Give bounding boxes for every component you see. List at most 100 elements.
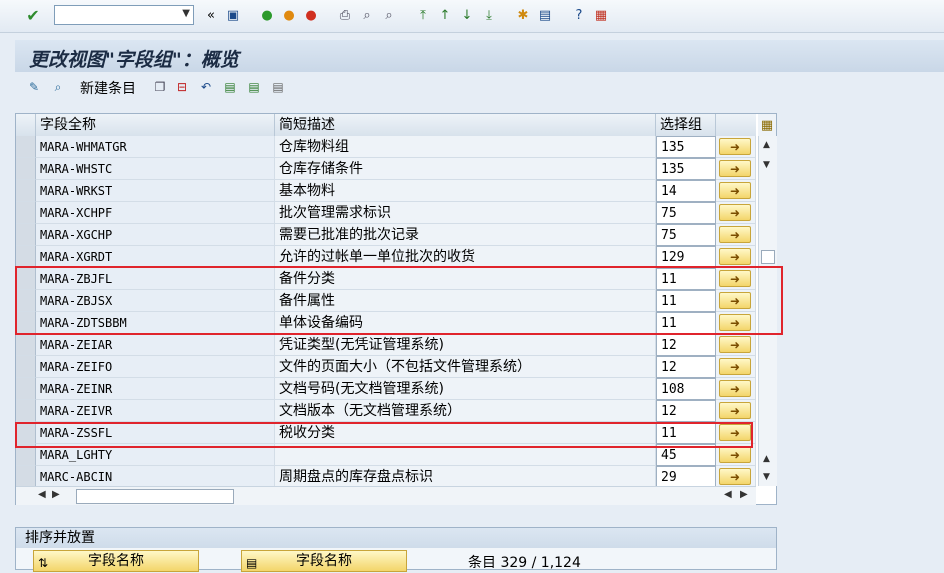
system-toolbar: ✔ ▼ « ▣ ● ● ● ⎙ ⌕ ⌕ ⤒ ↑ ↓ ⤓ ✱ ▤ ? ▦	[0, 0, 944, 33]
group-input[interactable]: 108	[656, 378, 716, 400]
detail-arrow-button[interactable]: ➜	[719, 226, 751, 243]
row-selector[interactable]	[16, 158, 36, 180]
column-config-icon[interactable]: ▦	[758, 114, 776, 136]
position-icon: ▤	[246, 556, 258, 570]
description-cell: 文档号码(无文档管理系统)	[275, 378, 656, 400]
detail-arrow-button[interactable]: ➜	[719, 446, 751, 463]
cancel-icon[interactable]: ●	[302, 6, 320, 24]
field-name-cell: MARA-ZEIFO	[36, 356, 275, 378]
sort-position-panel: 排序并放置 ⇅ 字段名称 ▤ 字段名称 条目 329 / 1,124	[15, 527, 777, 572]
detail-arrow-button[interactable]: ➜	[719, 248, 751, 265]
detail-arrow-button[interactable]: ➜	[719, 380, 751, 397]
command-field[interactable]: ▼	[54, 5, 194, 25]
detail-arrow-button[interactable]: ➜	[719, 182, 751, 199]
next-page-icon[interactable]: ↓	[458, 6, 476, 24]
layout-icon[interactable]: ▦	[592, 6, 610, 24]
detail-cell: ➜	[716, 202, 756, 224]
row-selector[interactable]	[16, 334, 36, 356]
table-row: MARA-ZEIVR 文档版本（无文档管理系统） 12 ➜	[16, 400, 756, 422]
group-input[interactable]: 135	[656, 136, 716, 158]
scroll-right-icon[interactable]: ▶	[52, 489, 60, 500]
find-icon[interactable]: ⌕	[358, 6, 376, 24]
description-cell: 凭证类型(无凭证管理系统)	[275, 334, 656, 356]
detail-arrow-button[interactable]: ➜	[719, 402, 751, 419]
row-selector[interactable]	[16, 400, 36, 422]
header-description[interactable]: 简短描述	[275, 114, 656, 136]
detail-cell: ➜	[716, 224, 756, 246]
scroll-left-end-icon[interactable]: ◀	[724, 489, 732, 500]
table-row: MARC-ABCIN 周期盘点的库存盘点标识 29 ➜	[16, 466, 756, 488]
row-selector[interactable]	[16, 136, 36, 158]
row-selector[interactable]	[16, 378, 36, 400]
group-input[interactable]: 14	[656, 180, 716, 202]
scroll-thumb[interactable]	[761, 250, 775, 264]
check-icon[interactable]: ✔	[24, 6, 42, 25]
row-selector[interactable]	[16, 246, 36, 268]
position-button[interactable]: ▤ 字段名称	[241, 550, 407, 572]
group-input[interactable]: 29	[656, 466, 716, 488]
detail-arrow-button[interactable]: ➜	[719, 336, 751, 353]
detail-arrow-button[interactable]: ➜	[719, 204, 751, 221]
row-selector[interactable]	[16, 202, 36, 224]
row-selector[interactable]	[16, 180, 36, 202]
header-field-name[interactable]: 字段全称	[36, 114, 275, 136]
detail-arrow-button[interactable]: ➜	[719, 468, 751, 485]
field-name-cell: MARA-XGRDT	[36, 246, 275, 268]
row-selector[interactable]	[16, 356, 36, 378]
table-row: MARA-XGCHP 需要已批准的批次记录 75 ➜	[16, 224, 756, 246]
title-bar: 更改视图"字段组"：概览	[15, 40, 944, 72]
scroll-right-end-icon[interactable]: ▶	[740, 489, 748, 500]
shortcut-icon[interactable]: ▤	[536, 6, 554, 24]
prev-page-icon[interactable]: ↑	[436, 6, 454, 24]
group-input[interactable]: 129	[656, 246, 716, 268]
copy-icon[interactable]: ❐	[151, 78, 169, 96]
new-session-icon[interactable]: ✱	[514, 6, 532, 24]
sort-panel-title: 排序并放置	[16, 528, 776, 548]
row-selector[interactable]	[16, 466, 36, 488]
exit-icon[interactable]: ●	[280, 6, 298, 24]
help-icon[interactable]: ?	[570, 6, 588, 24]
detail-arrow-button[interactable]: ➜	[719, 138, 751, 155]
group-input[interactable]: 12	[656, 334, 716, 356]
dropdown-icon[interactable]: ▼	[182, 8, 190, 19]
other-view-icon[interactable]: ⌕	[49, 78, 67, 96]
select-block-icon[interactable]: ▤	[245, 78, 263, 96]
select-all-icon[interactable]: ▤	[221, 78, 239, 96]
row-selector[interactable]	[16, 224, 36, 246]
horizontal-scrollbar[interactable]: ◀ ▶ ◀ ▶	[16, 486, 756, 505]
detail-arrow-button[interactable]: ➜	[719, 358, 751, 375]
undo-icon[interactable]: ↶	[197, 78, 215, 96]
group-input[interactable]: 12	[656, 400, 716, 422]
delete-icon[interactable]: ⊟	[173, 78, 191, 96]
table-row: MARA-WHMATGR 仓库物料组 135 ➜	[16, 136, 756, 158]
highlight-box-zssfl	[15, 422, 753, 448]
horizontal-scroll-thumb[interactable]	[76, 489, 234, 504]
field-name-cell: MARA-ZEIVR	[36, 400, 275, 422]
group-input[interactable]: 75	[656, 224, 716, 246]
display-change-icon[interactable]: ✎	[25, 78, 43, 96]
new-entry-button[interactable]: 新建条目	[80, 78, 136, 98]
select-all-column[interactable]	[16, 114, 36, 136]
header-group[interactable]: 选择组	[656, 114, 716, 136]
find-next-icon[interactable]: ⌕	[380, 6, 398, 24]
scroll-down-icon[interactable]: ▼	[763, 160, 770, 170]
scroll-up-bottom-icon[interactable]: ▲	[763, 454, 770, 464]
position-button-label: 字段名称	[296, 553, 352, 569]
group-input[interactable]: 12	[656, 356, 716, 378]
last-page-icon[interactable]: ⤓	[480, 6, 498, 24]
detail-arrow-button[interactable]: ➜	[719, 160, 751, 177]
detail-cell: ➜	[716, 356, 756, 378]
back-double-icon[interactable]: «	[202, 6, 220, 24]
group-input[interactable]: 135	[656, 158, 716, 180]
scroll-up-icon[interactable]: ▲	[763, 140, 770, 150]
detail-cell: ➜	[716, 466, 756, 488]
scroll-down-bottom-icon[interactable]: ▼	[763, 472, 770, 482]
sort-button[interactable]: ⇅ 字段名称	[33, 550, 199, 572]
first-page-icon[interactable]: ⤒	[414, 6, 432, 24]
group-input[interactable]: 75	[656, 202, 716, 224]
back-icon[interactable]: ●	[258, 6, 276, 24]
scroll-left-icon[interactable]: ◀	[38, 489, 46, 500]
deselect-all-icon[interactable]: ▤	[269, 78, 287, 96]
print-icon[interactable]: ⎙	[336, 6, 354, 24]
save-icon[interactable]: ▣	[224, 6, 242, 24]
